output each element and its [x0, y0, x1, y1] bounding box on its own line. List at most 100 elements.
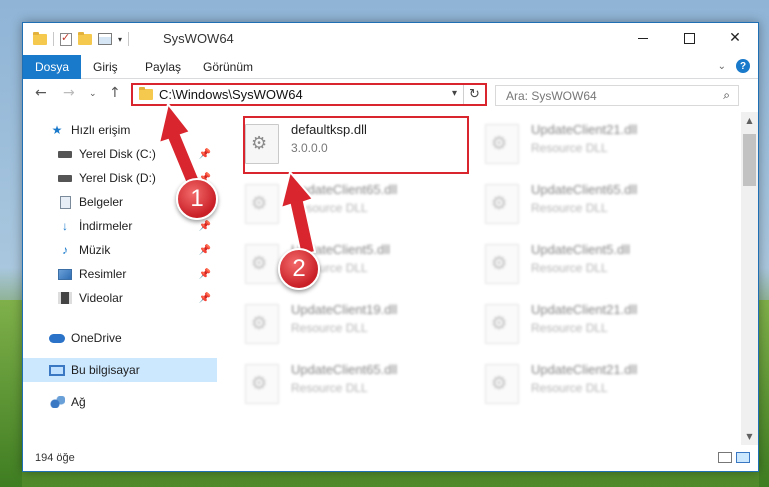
nav-item-label: Yerel Disk (C:)	[79, 147, 156, 161]
ribbon-tabs: Dosya Giriş Paylaş Görünüm ⌄ ?	[23, 55, 758, 79]
file-item[interactable]: UpdateClient65.dll Resource DLL	[245, 178, 473, 232]
dll-file-icon	[485, 364, 519, 404]
nav-item-pictures[interactable]: Resimler 📌	[23, 262, 217, 286]
onedrive-icon	[49, 331, 65, 345]
dll-file-icon	[485, 184, 519, 224]
item-count: 194 öğe	[35, 452, 75, 464]
nav-item-label: Videolar	[79, 291, 123, 305]
address-path[interactable]: C:\Windows\SysWOW64	[159, 87, 303, 102]
new-folder-icon[interactable]	[78, 31, 92, 45]
view-switcher	[718, 452, 750, 463]
nav-item-label: Yerel Disk (D:)	[79, 171, 156, 185]
properties-check-icon[interactable]	[60, 31, 72, 46]
download-icon: ↓	[62, 219, 68, 233]
back-arrow-icon[interactable]: ←	[35, 85, 47, 101]
drive-icon	[57, 147, 73, 161]
separator	[53, 32, 54, 46]
minimize-button[interactable]	[620, 23, 666, 53]
videos-icon	[57, 291, 73, 305]
tab-home[interactable]: Giriş	[93, 55, 118, 79]
nav-item-quick-access[interactable]: ★ Hızlı erişim	[23, 118, 217, 142]
dll-file-icon	[485, 304, 519, 344]
tab-share[interactable]: Paylaş	[145, 55, 181, 79]
nav-item-music[interactable]: ♪ Müzik 📌	[23, 238, 217, 262]
window-controls: ✕	[620, 23, 758, 53]
nav-item-onedrive[interactable]: OneDrive	[23, 326, 217, 350]
nav-item-network[interactable]: Ağ	[23, 390, 217, 414]
file-name: UpdateClient21.dll	[531, 122, 638, 137]
file-description: Resource DLL	[291, 381, 368, 395]
navigation-pane: ★ Hızlı erişim Yerel Disk (C:) 📌 Yerel D…	[23, 112, 217, 445]
file-description: Resource DLL	[291, 321, 368, 335]
customize-toolbar-chevron-icon[interactable]: ▾	[118, 35, 122, 44]
nav-item-label: Hızlı erişim	[71, 123, 131, 137]
address-row: ← → ⌄ ↑ C:\Windows\SysWOW64 ▾ ↻ Ara: Sys…	[23, 79, 758, 111]
up-arrow-icon[interactable]: ↑	[109, 85, 121, 101]
file-description: Resource DLL	[531, 261, 608, 275]
view-properties-icon[interactable]	[98, 33, 112, 45]
scroll-thumb[interactable]	[743, 134, 756, 186]
file-name: UpdateClient19.dll	[291, 302, 398, 317]
file-description: Resource DLL	[531, 201, 608, 215]
background-right	[759, 300, 769, 487]
separator	[128, 32, 130, 46]
file-item[interactable]: UpdateClient65.dll Resource DLL	[485, 178, 713, 232]
scroll-up-icon[interactable]: ▲	[741, 112, 758, 129]
quick-access-toolbar: ▾	[33, 31, 130, 46]
dll-file-icon	[245, 184, 279, 224]
maximize-button[interactable]	[666, 23, 712, 53]
nav-item-label: Resimler	[79, 267, 127, 281]
nav-item-label: OneDrive	[71, 331, 122, 345]
step-2-marker: 2	[278, 248, 320, 290]
dll-file-icon	[485, 124, 519, 164]
status-bar: 194 öğe	[23, 445, 758, 471]
nav-item-videos[interactable]: Videolar 📌	[23, 286, 217, 310]
nav-item-label: Müzik	[79, 243, 111, 257]
expand-ribbon-chevron-icon[interactable]: ⌄	[718, 61, 726, 72]
address-bar[interactable]: C:\Windows\SysWOW64 ▾ ↻	[131, 83, 487, 106]
nav-item-local-disk-c[interactable]: Yerel Disk (C:) 📌	[23, 142, 217, 166]
pictures-icon	[57, 267, 73, 281]
forward-arrow-icon[interactable]: →	[63, 85, 75, 101]
help-icon[interactable]: ?	[736, 59, 750, 73]
file-item[interactable]: UpdateClient21.dll Resource DLL	[485, 118, 713, 172]
window-title: SysWOW64	[163, 31, 234, 46]
scroll-down-icon[interactable]: ▼	[741, 428, 758, 445]
content-area: ★ Hızlı erişim Yerel Disk (C:) 📌 Yerel D…	[23, 112, 758, 445]
highlight-box	[243, 116, 469, 174]
dll-file-icon	[245, 364, 279, 404]
refresh-icon[interactable]: ↻	[463, 85, 485, 104]
file-item[interactable]: UpdateClient5.dll Resource DLL	[485, 238, 713, 292]
nav-item-label: Bu bilgisayar	[71, 363, 140, 377]
file-item[interactable]: UpdateClient65.dll Resource DLL	[245, 358, 473, 412]
tab-file[interactable]: Dosya	[23, 55, 81, 79]
pin-icon: 📌	[198, 268, 211, 280]
pin-icon: 📌	[198, 220, 211, 232]
file-description: Resource DLL	[531, 141, 608, 155]
vertical-scrollbar[interactable]: ▲ ▼	[741, 112, 758, 445]
pin-icon: 📌	[198, 148, 211, 160]
file-explorer-window: ▾ SysWOW64 ✕ Dosya Giriş Paylaş Görünüm …	[22, 22, 759, 472]
tab-view[interactable]: Görünüm	[203, 55, 253, 79]
this-pc-icon	[49, 363, 65, 377]
nav-item-label: Belgeler	[79, 195, 124, 209]
details-view-icon[interactable]	[718, 452, 732, 463]
file-item[interactable]: UpdateClient19.dll Resource DLL	[245, 298, 473, 352]
address-history-chevron-icon[interactable]: ▾	[452, 88, 457, 99]
file-item[interactable]: UpdateClient21.dll Resource DLL	[485, 358, 713, 412]
search-icon[interactable]: ⌕	[723, 88, 730, 103]
drive-icon	[57, 171, 73, 185]
title-bar: ▾ SysWOW64 ✕	[23, 23, 758, 55]
large-icons-view-icon[interactable]	[736, 452, 750, 463]
pin-icon: 📌	[198, 244, 211, 256]
search-input[interactable]: Ara: SysWOW64 ⌕	[495, 85, 739, 106]
recent-locations-chevron-icon[interactable]: ⌄	[89, 89, 97, 99]
ribbon-right-controls: ⌄ ?	[718, 59, 750, 73]
step-1-marker: 1	[176, 178, 218, 220]
nav-item-this-pc[interactable]: Bu bilgisayar	[23, 358, 217, 382]
dll-file-icon	[245, 244, 279, 284]
close-button[interactable]: ✕	[712, 23, 758, 53]
background-left	[0, 300, 22, 487]
file-item[interactable]: UpdateClient21.dll Resource DLL	[485, 298, 713, 352]
nav-item-label: İndirmeler	[79, 219, 133, 233]
